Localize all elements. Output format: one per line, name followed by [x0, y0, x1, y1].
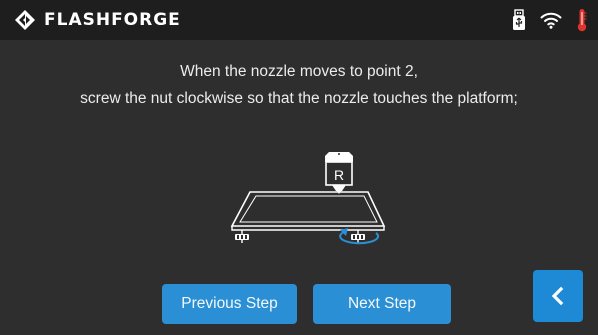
status-icons — [512, 8, 588, 32]
right-nut — [351, 234, 365, 243]
leveling-screen: FLASHFORGE When the nozzle moves to poin… — [0, 0, 598, 335]
nozzle-label: R — [334, 167, 344, 183]
leveling-illustration: R — [230, 152, 386, 245]
usb-icon — [513, 9, 525, 30]
top-bar: FLASHFORGE — [0, 0, 598, 40]
instruction-line-2: screw the nut clockwise so that the nozz… — [80, 90, 518, 107]
previous-step-button[interactable]: Previous Step — [162, 284, 297, 324]
wifi-icon — [540, 12, 562, 29]
build-platform — [230, 191, 386, 231]
back-button[interactable] — [533, 270, 583, 322]
brand-name: FLASHFORGE — [44, 10, 181, 30]
left-nut — [235, 234, 249, 243]
thermometer-icon — [577, 9, 587, 32]
brand: FLASHFORGE — [14, 9, 181, 31]
chevron-left-icon — [551, 286, 564, 306]
flashforge-logo-icon — [15, 10, 35, 30]
instruction-line-1: When the nozzle moves to point 2, — [180, 63, 418, 80]
next-step-button[interactable]: Next Step — [313, 284, 451, 324]
instruction-text: When the nozzle moves to point 2, screw … — [0, 58, 598, 112]
